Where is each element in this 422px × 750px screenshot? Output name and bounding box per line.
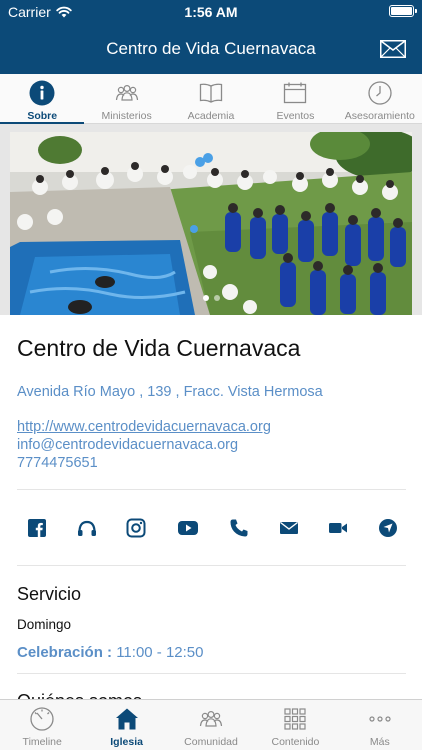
podcast-icon[interactable]	[77, 518, 97, 538]
video-icon[interactable]	[328, 518, 348, 538]
email-link[interactable]: info@centrodevidacuernavaca.org	[17, 436, 406, 454]
tab-label: Ministerios	[101, 110, 152, 122]
book-icon	[199, 83, 223, 103]
phone-link[interactable]: 7774475651	[17, 454, 406, 472]
battery-icon	[389, 5, 417, 17]
gauge-icon	[30, 707, 54, 731]
carousel-dot	[213, 295, 220, 301]
bottom-tab-label: Comunidad	[184, 736, 238, 748]
clock: 1:56 AM	[184, 4, 238, 20]
status-bar: Carrier 1:56 AM	[0, 0, 422, 22]
photo-carousel[interactable]	[0, 124, 422, 315]
section-tabs: Sobre Ministerios Academia Eventos Aseso…	[0, 74, 422, 124]
top-bar: Carrier 1:56 AM Centro de Vida Cuernavac…	[0, 0, 422, 74]
tab-label: Asesoramiento	[344, 110, 415, 122]
tab-ministerios[interactable]: Ministerios	[84, 74, 168, 123]
page-title: Centro de Vida Cuernavaca	[106, 39, 316, 58]
bottom-tab-comunidad[interactable]: Comunidad	[169, 700, 253, 750]
service-entry: Celebración : 11:00 - 12:50	[17, 644, 406, 661]
church-photo	[10, 132, 412, 315]
tab-asesoramiento[interactable]: Asesoramiento	[338, 74, 422, 123]
info-icon	[29, 80, 55, 106]
navigation-icon[interactable]	[378, 518, 398, 538]
contact-block: http://www.centrodevidacuernavaca.org in…	[17, 418, 406, 472]
youtube-icon[interactable]	[176, 518, 200, 538]
church-info: Centro de Vida Cuernavaca Avenida Río Ma…	[17, 315, 406, 712]
grid-icon	[284, 708, 307, 730]
tab-academia[interactable]: Academia	[169, 74, 253, 123]
bottom-tab-bar: Timeline Iglesia Comunidad Contenido Más	[0, 699, 422, 750]
bottom-tab-timeline[interactable]: Timeline	[0, 700, 84, 750]
tab-label: Sobre	[27, 110, 58, 122]
people-group-icon	[199, 710, 223, 727]
phone-icon[interactable]	[229, 518, 249, 538]
bottom-tab-label: Iglesia	[110, 736, 143, 748]
service-title: Servicio	[17, 584, 82, 604]
more-icon	[369, 716, 391, 722]
bottom-tab-contenido[interactable]: Contenido	[253, 700, 337, 750]
church-address-link[interactable]: Avenida Río Mayo , 139 , Fracc. Vista He…	[17, 384, 406, 400]
tab-label: Eventos	[276, 110, 315, 122]
tab-eventos[interactable]: Eventos	[253, 74, 337, 123]
facebook-icon[interactable]	[27, 518, 47, 538]
clock-icon	[368, 81, 392, 105]
home-icon	[115, 708, 138, 730]
bottom-tab-label: Más	[369, 736, 390, 748]
tab-label: Academia	[187, 110, 235, 122]
instagram-icon[interactable]	[126, 518, 146, 538]
bottom-tab-label: Contenido	[271, 736, 320, 748]
carousel-indicator	[0, 295, 422, 301]
service-day: Domingo	[17, 617, 72, 632]
tab-sobre[interactable]: Sobre	[0, 74, 85, 124]
calendar-icon	[284, 82, 307, 104]
carousel-dot	[202, 295, 209, 301]
service-name: Celebración :	[17, 644, 113, 661]
social-links	[17, 490, 406, 565]
mail-icon[interactable]	[380, 40, 406, 58]
service-hours: 11:00 - 12:50	[116, 644, 204, 661]
service-section: Servicio Domingo Celebración : 11:00 - 1…	[17, 566, 406, 673]
bottom-tab-label: Timeline	[22, 736, 62, 748]
mail-icon[interactable]	[279, 518, 299, 538]
bottom-tab-mas[interactable]: Más	[338, 700, 422, 750]
bottom-tab-iglesia[interactable]: Iglesia	[84, 700, 168, 750]
website-link[interactable]: http://www.centrodevidacuernavaca.org	[17, 418, 406, 436]
church-name: Centro de Vida Cuernavaca	[17, 335, 301, 361]
people-group-icon	[115, 84, 138, 101]
